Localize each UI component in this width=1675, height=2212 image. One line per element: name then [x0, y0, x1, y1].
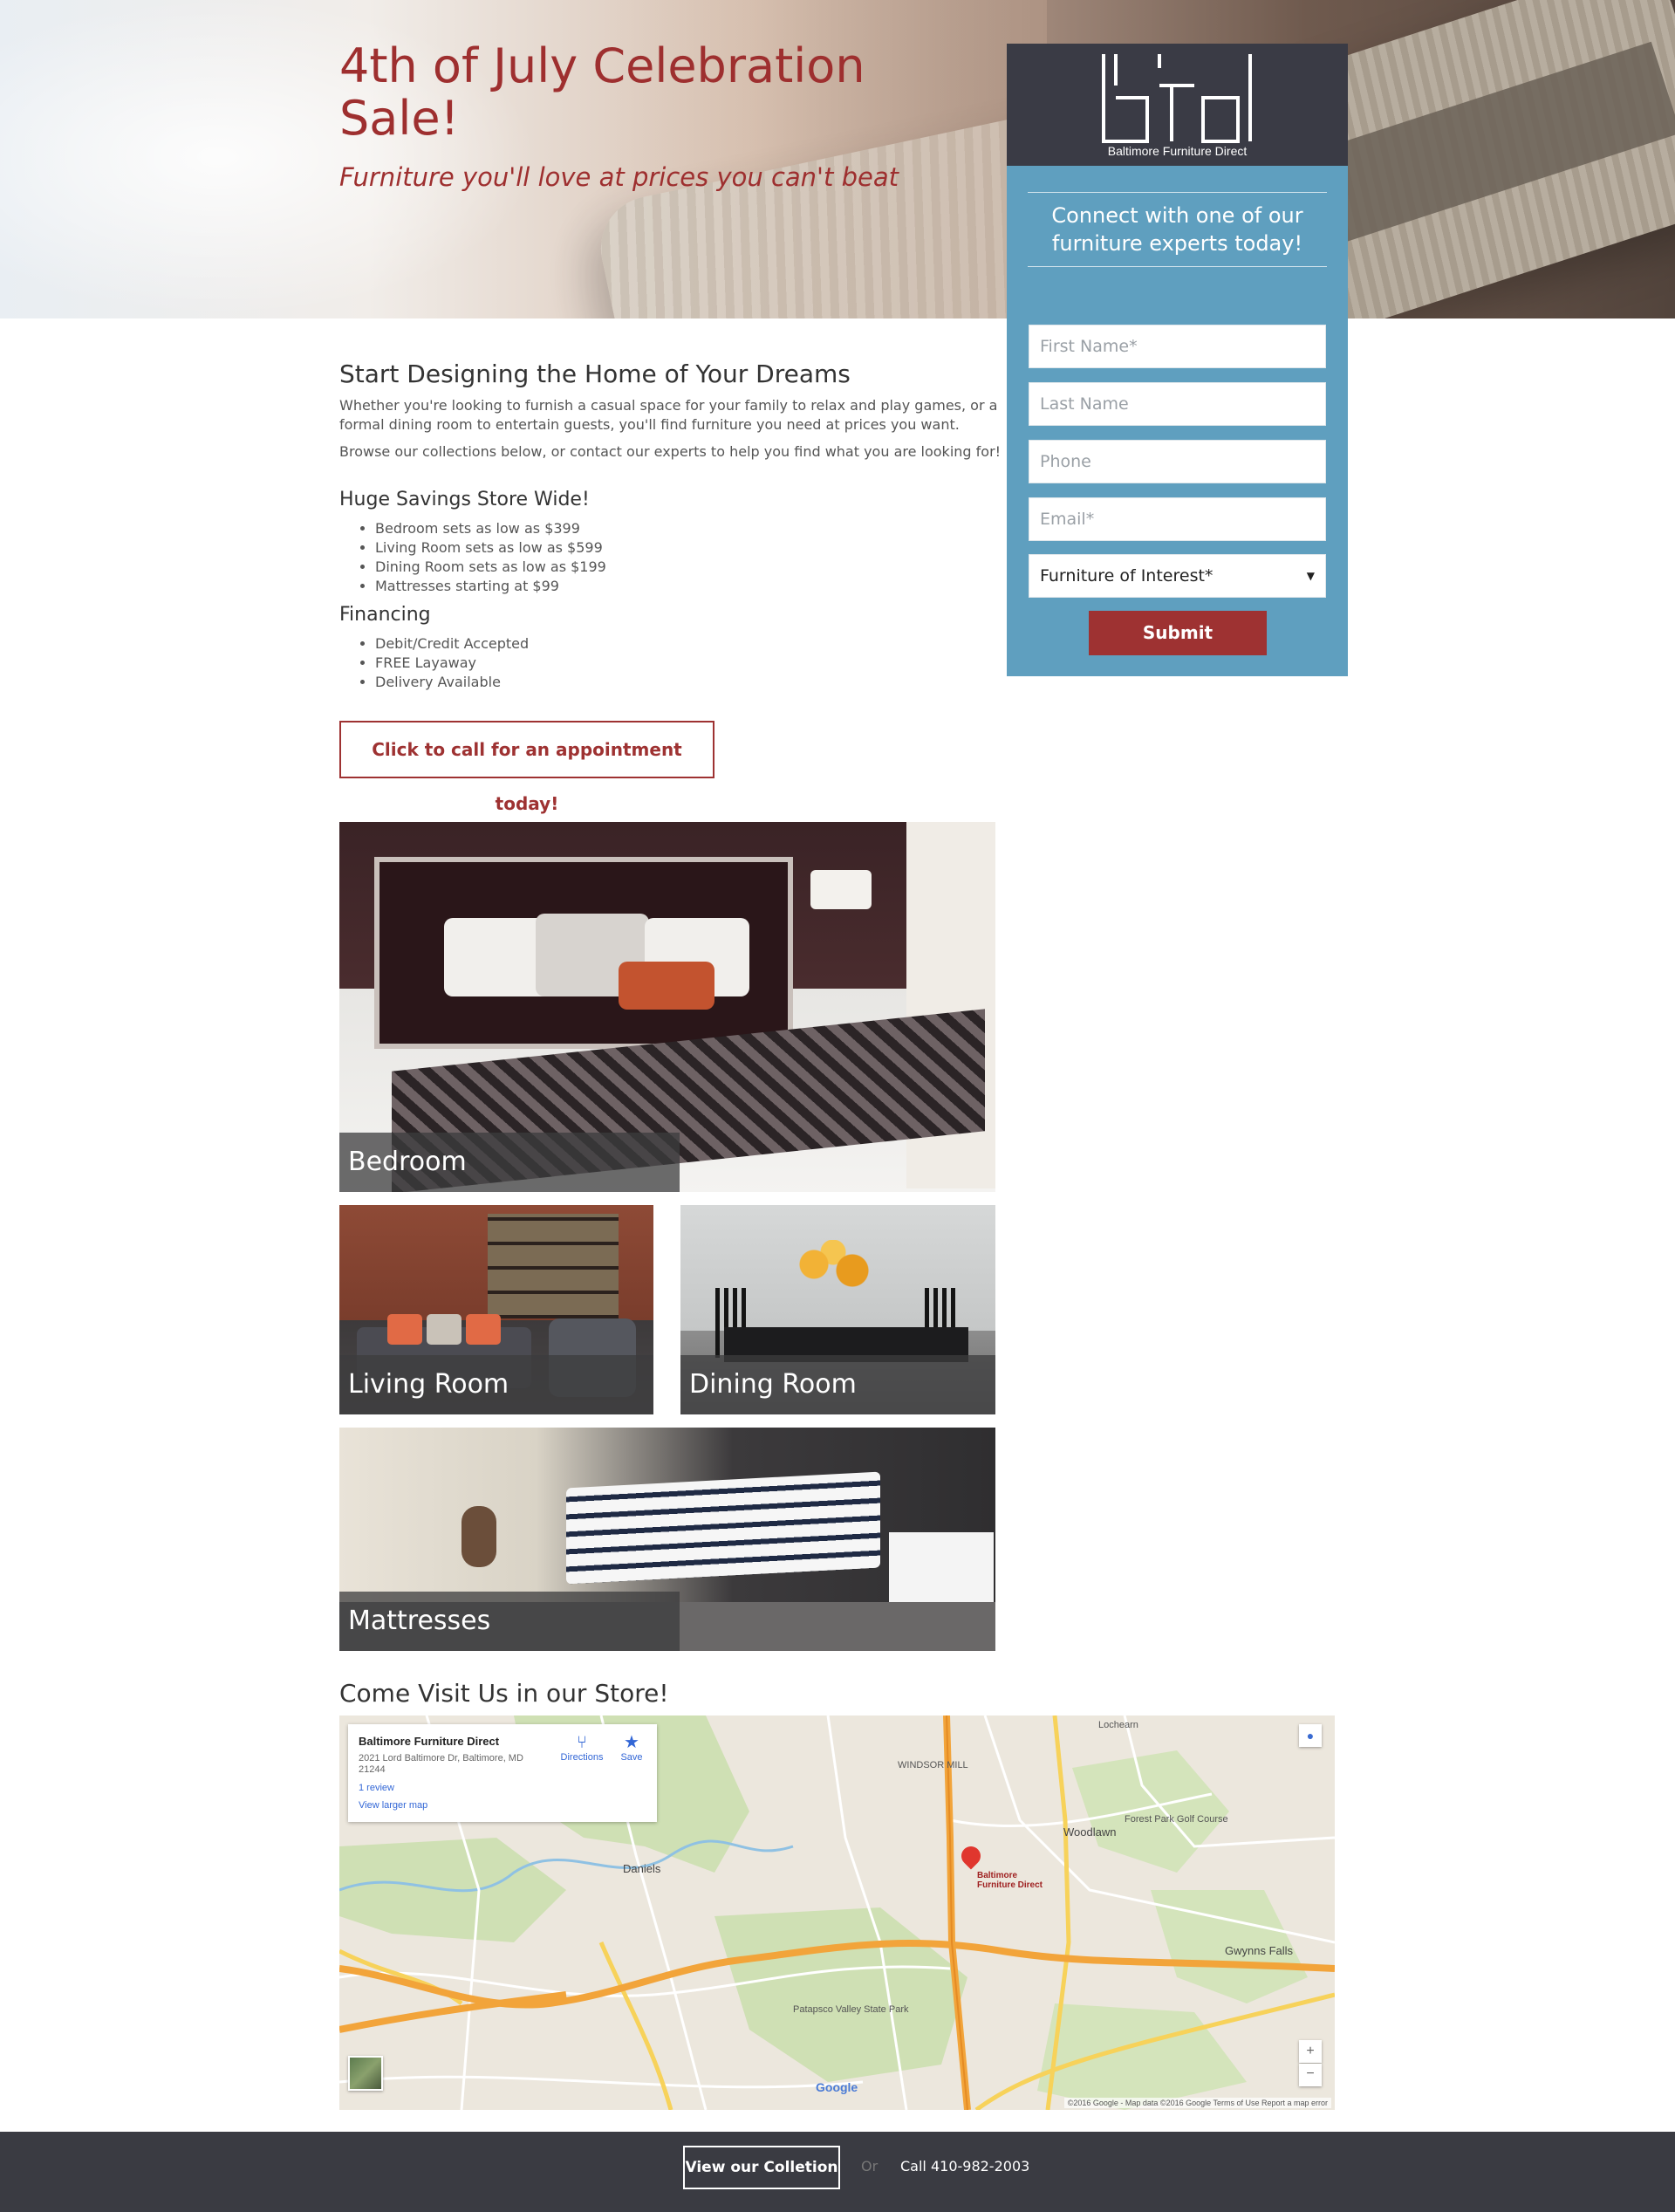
- map-label-lochearn: Lochearn: [1098, 1720, 1138, 1730]
- map-label-woodlawn: Woodlawn: [1063, 1825, 1116, 1839]
- star-icon: ★: [624, 1733, 639, 1752]
- map-label-forest-park: Forest Park Golf Course: [1125, 1814, 1228, 1825]
- page-subtitle: Furniture you'll love at prices you can'…: [339, 162, 899, 192]
- tile-label: Dining Room: [680, 1355, 995, 1414]
- furniture-interest-select[interactable]: Furniture of Interest* ▼: [1029, 554, 1326, 598]
- list-item: Delivery Available: [375, 673, 529, 692]
- tile-label: Living Room: [339, 1355, 653, 1414]
- collection-tile-bedroom[interactable]: Bedroom: [339, 822, 995, 1192]
- logo: Baltimore Furniture Direct: [1007, 44, 1348, 166]
- cushion-image: [427, 1314, 461, 1345]
- hero-banner: 4th of July Celebration Sale! Furniture …: [0, 0, 1675, 318]
- call-phone-link[interactable]: Call 410-982-2003: [900, 2158, 1029, 2174]
- phone-field[interactable]: Phone: [1029, 440, 1326, 483]
- list-item: Dining Room sets as low as $199: [375, 558, 606, 577]
- logo-caption: Baltimore Furniture Direct: [1107, 144, 1248, 158]
- financing-heading: Financing: [339, 604, 431, 626]
- bookshelf-image: [488, 1214, 619, 1318]
- collection-tile-dining-room[interactable]: Dining Room: [680, 1205, 995, 1414]
- save-button[interactable]: ★ Save: [614, 1733, 649, 1763]
- directions-button[interactable]: ⑂ Directions: [556, 1733, 608, 1763]
- save-label: Save: [620, 1752, 643, 1763]
- google-logo: Google: [816, 2080, 858, 2094]
- zoom-out-button[interactable]: −: [1299, 2064, 1322, 2086]
- map-label-windsor-mill: WINDSOR MILL: [898, 1760, 968, 1770]
- section-heading: Start Designing the Home of Your Dreams: [339, 360, 851, 388]
- visit-heading: Come Visit Us in our Store!: [339, 1679, 669, 1708]
- bfd-logo-icon: [1102, 54, 1252, 143]
- map-label-patapsco: Patapsco Valley State Park: [793, 2004, 909, 2015]
- savings-heading: Huge Savings Store Wide!: [339, 489, 590, 510]
- map-pin-label-line: Furniture Direct: [977, 1880, 1043, 1890]
- map-credits: ©2016 Google - Map data ©2016 Google Ter…: [1063, 2098, 1331, 2108]
- furniture-interest-value: Furniture of Interest*: [1040, 566, 1214, 586]
- map-pin-label-line: Baltimore: [977, 1871, 1018, 1880]
- flowers-image: [785, 1240, 881, 1301]
- directions-icon: ⑂: [577, 1733, 587, 1752]
- email-field[interactable]: Email*: [1029, 497, 1326, 541]
- collection-tile-mattresses[interactable]: Mattresses: [339, 1428, 995, 1651]
- savings-list: Bedroom sets as low as $399 Living Room …: [375, 519, 606, 596]
- accent-pillow-image: [619, 962, 714, 1010]
- map-label-daniels: Daniels: [623, 1862, 661, 1875]
- list-item: Bedroom sets as low as $399: [375, 519, 606, 538]
- list-item: FREE Layaway: [375, 654, 529, 673]
- lamp-image: [810, 870, 872, 909]
- connect-text: Connect with one of our furniture expert…: [1028, 192, 1327, 267]
- street-view-person-icon[interactable]: ●: [1299, 1724, 1322, 1747]
- financing-list: Debit/Credit Accepted FREE Layaway Deliv…: [375, 634, 529, 692]
- cushion-image: [466, 1314, 501, 1345]
- intro-paragraph: Whether you're looking to furnish a casu…: [339, 397, 998, 433]
- tile-label: Mattresses: [339, 1592, 680, 1651]
- list-item: Mattresses starting at $99: [375, 577, 606, 596]
- page-title: 4th of July Celebration Sale!: [339, 38, 865, 146]
- vase-image: [461, 1506, 496, 1567]
- mattress-image: [566, 1471, 880, 1585]
- map-place-card: Baltimore Furniture Direct 2021 Lord Bal…: [348, 1724, 657, 1822]
- first-name-field[interactable]: First Name*: [1029, 325, 1326, 368]
- store-map[interactable]: Woodlawn Daniels Gwynns Falls Patapsco V…: [339, 1715, 1335, 2110]
- lead-form-panel: Baltimore Furniture Direct Connect with …: [1007, 44, 1348, 676]
- directions-label: Directions: [560, 1752, 604, 1763]
- cushion-image: [387, 1314, 422, 1345]
- last-name-field[interactable]: Last Name: [1029, 382, 1326, 426]
- view-larger-map-link[interactable]: View larger map: [359, 1800, 646, 1811]
- view-collection-button[interactable]: View our Colletion: [683, 2146, 840, 2189]
- map-pin-label: Baltimore Furniture Direct: [977, 1871, 1043, 1890]
- submit-button[interactable]: Submit: [1089, 611, 1267, 655]
- collection-tile-living-room[interactable]: Living Room: [339, 1205, 653, 1414]
- satellite-toggle[interactable]: [348, 2056, 383, 2091]
- map-label-gwynns-falls: Gwynns Falls: [1225, 1944, 1294, 1957]
- tile-label: Bedroom: [339, 1133, 680, 1192]
- list-item: Debit/Credit Accepted: [375, 634, 529, 654]
- footer-bar: View our Colletion Or Call 410-982-2003: [0, 2132, 1675, 2212]
- map-reviews-link[interactable]: 1 review: [359, 1783, 646, 1793]
- or-separator: Or: [861, 2158, 879, 2174]
- call-appointment-button[interactable]: Click to call for an appointment today!: [339, 721, 714, 814]
- zoom-in-button[interactable]: +: [1299, 2040, 1322, 2063]
- map-place-address: 2021 Lord Baltimore Dr, Baltimore, MD 21…: [359, 1753, 523, 1775]
- dropdown-caret-icon: ▼: [1306, 570, 1315, 582]
- browse-paragraph: Browse our collections below, or contact…: [339, 443, 1002, 460]
- list-item: Living Room sets as low as $599: [375, 538, 606, 558]
